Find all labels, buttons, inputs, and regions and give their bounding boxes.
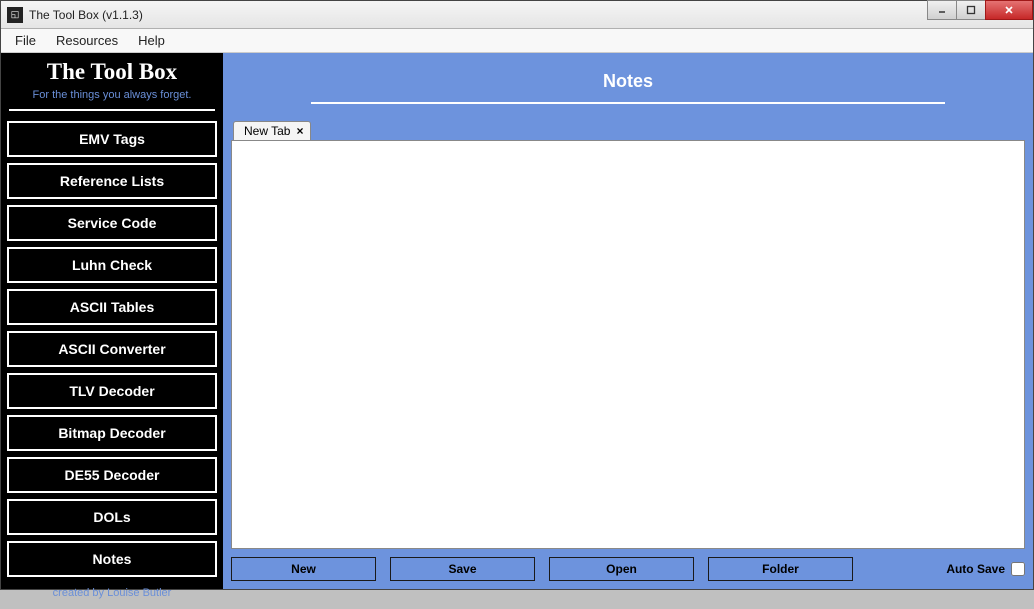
new-button[interactable]: New [231, 557, 376, 581]
nav-ascii-converter[interactable]: ASCII Converter [7, 331, 217, 367]
sidebar: The Tool Box For the things you always f… [1, 53, 223, 589]
autosave-control[interactable]: Auto Save [946, 562, 1025, 576]
menu-file[interactable]: File [5, 31, 46, 50]
autosave-checkbox[interactable] [1011, 562, 1025, 576]
header-divider [311, 102, 945, 104]
content-area: The Tool Box For the things you always f… [1, 53, 1033, 589]
sidebar-divider [9, 109, 215, 111]
bottom-toolbar: New Save Open Folder Auto Save [231, 557, 1025, 581]
window-controls [928, 0, 1033, 20]
tab-new[interactable]: New Tab × [233, 121, 311, 140]
open-button[interactable]: Open [549, 557, 694, 581]
close-button[interactable] [985, 0, 1033, 20]
nav-emv-tags[interactable]: EMV Tags [7, 121, 217, 157]
menubar: File Resources Help [1, 29, 1033, 53]
save-button[interactable]: Save [390, 557, 535, 581]
menu-resources[interactable]: Resources [46, 31, 128, 50]
app-icon: ◱ [7, 7, 23, 23]
tab-label: New Tab [244, 124, 290, 138]
main-panel: Notes New Tab × New Save Open Folder Aut… [223, 53, 1033, 589]
sidebar-nav: EMV Tags Reference Lists Service Code Lu… [7, 121, 217, 577]
nav-service-code[interactable]: Service Code [7, 205, 217, 241]
sidebar-title: The Tool Box [7, 59, 217, 85]
tabstrip: New Tab × [233, 118, 1025, 140]
nav-notes[interactable]: Notes [7, 541, 217, 577]
sidebar-footer: created by Louise Butler [7, 577, 217, 609]
minimize-button[interactable] [927, 0, 957, 20]
app-window: ◱ The Tool Box (v1.1.3) File Resources H… [0, 0, 1034, 590]
page-title: Notes [231, 71, 1025, 92]
window-title: The Tool Box (v1.1.3) [29, 8, 143, 22]
nav-tlv-decoder[interactable]: TLV Decoder [7, 373, 217, 409]
nav-reference-lists[interactable]: Reference Lists [7, 163, 217, 199]
nav-dols[interactable]: DOLs [7, 499, 217, 535]
nav-luhn-check[interactable]: Luhn Check [7, 247, 217, 283]
nav-de55-decoder[interactable]: DE55 Decoder [7, 457, 217, 493]
folder-button[interactable]: Folder [708, 557, 853, 581]
nav-ascii-tables[interactable]: ASCII Tables [7, 289, 217, 325]
menu-help[interactable]: Help [128, 31, 175, 50]
nav-bitmap-decoder[interactable]: Bitmap Decoder [7, 415, 217, 451]
autosave-label: Auto Save [946, 562, 1005, 576]
titlebar: ◱ The Tool Box (v1.1.3) [1, 1, 1033, 29]
maximize-button[interactable] [956, 0, 986, 20]
notes-editor[interactable] [231, 140, 1025, 549]
tab-close-icon[interactable]: × [296, 125, 303, 137]
sidebar-subtitle: For the things you always forget. [7, 89, 217, 101]
